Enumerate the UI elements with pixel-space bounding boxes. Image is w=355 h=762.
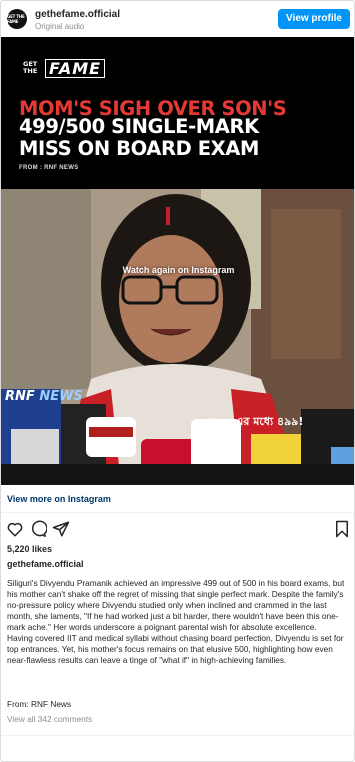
avatar-text: GET THE FAME (7, 14, 25, 24)
divider (1, 512, 354, 513)
video-frame: RNF NEWS ৫০০-এর মধ্যে ৪৯৯! Watch again o… (1, 189, 354, 485)
divider-bottom (1, 735, 354, 736)
likes-count[interactable]: 5,220 likes (7, 544, 52, 554)
caption-paragraph-1: Siliguri's Divyendu Pramanik achieved an… (7, 578, 345, 632)
account-name[interactable]: gethefame.official (35, 9, 120, 20)
headline-line-2: 499/500 SINGLE-MARK (19, 115, 259, 138)
comment-icon[interactable] (29, 520, 47, 538)
channel-watermark: RNF NEWS (5, 389, 83, 404)
video-still-illustration (1, 189, 354, 485)
post-header: GET THE FAME gethefame.official Original… (1, 1, 354, 37)
audio-label[interactable]: Original audio (35, 22, 84, 31)
caption-paragraph-2: Having covered IIT and medical syllabi w… (7, 633, 344, 665)
view-more-link[interactable]: View more on Instagram (7, 494, 111, 504)
media-source: FROM : RNF NEWS (19, 165, 79, 171)
watch-again-link[interactable]: Watch again on Instagram (1, 265, 354, 275)
logo-get-the: GET THE (23, 60, 38, 75)
bookmark-icon[interactable] (333, 520, 351, 538)
brand-logo: GET THE FAME (23, 57, 106, 79)
view-all-comments-link[interactable]: View all 342 comments (7, 714, 92, 724)
onscreen-caption: ৫০০-এর মধ্যে ৪৯৯! (209, 415, 304, 428)
instagram-embed: GET THE FAME gethefame.official Original… (0, 0, 355, 762)
watermark-rnf: RNF (5, 389, 35, 404)
view-profile-button[interactable]: View profile (278, 9, 350, 29)
caption-account[interactable]: gethefame.official (7, 559, 84, 569)
watermark-news: NEWS (39, 389, 83, 404)
headline-line-3: MISS ON BOARD EXAM (19, 137, 259, 160)
logo-fame: FAME (45, 58, 106, 78)
post-media[interactable]: GET THE FAME MOM'S SIGH OVER SON'S 499/5… (1, 37, 354, 485)
caption-from: From: RNF News (7, 699, 72, 709)
heart-icon[interactable] (6, 520, 24, 538)
avatar[interactable]: GET THE FAME (7, 9, 27, 29)
share-icon[interactable] (52, 520, 70, 538)
